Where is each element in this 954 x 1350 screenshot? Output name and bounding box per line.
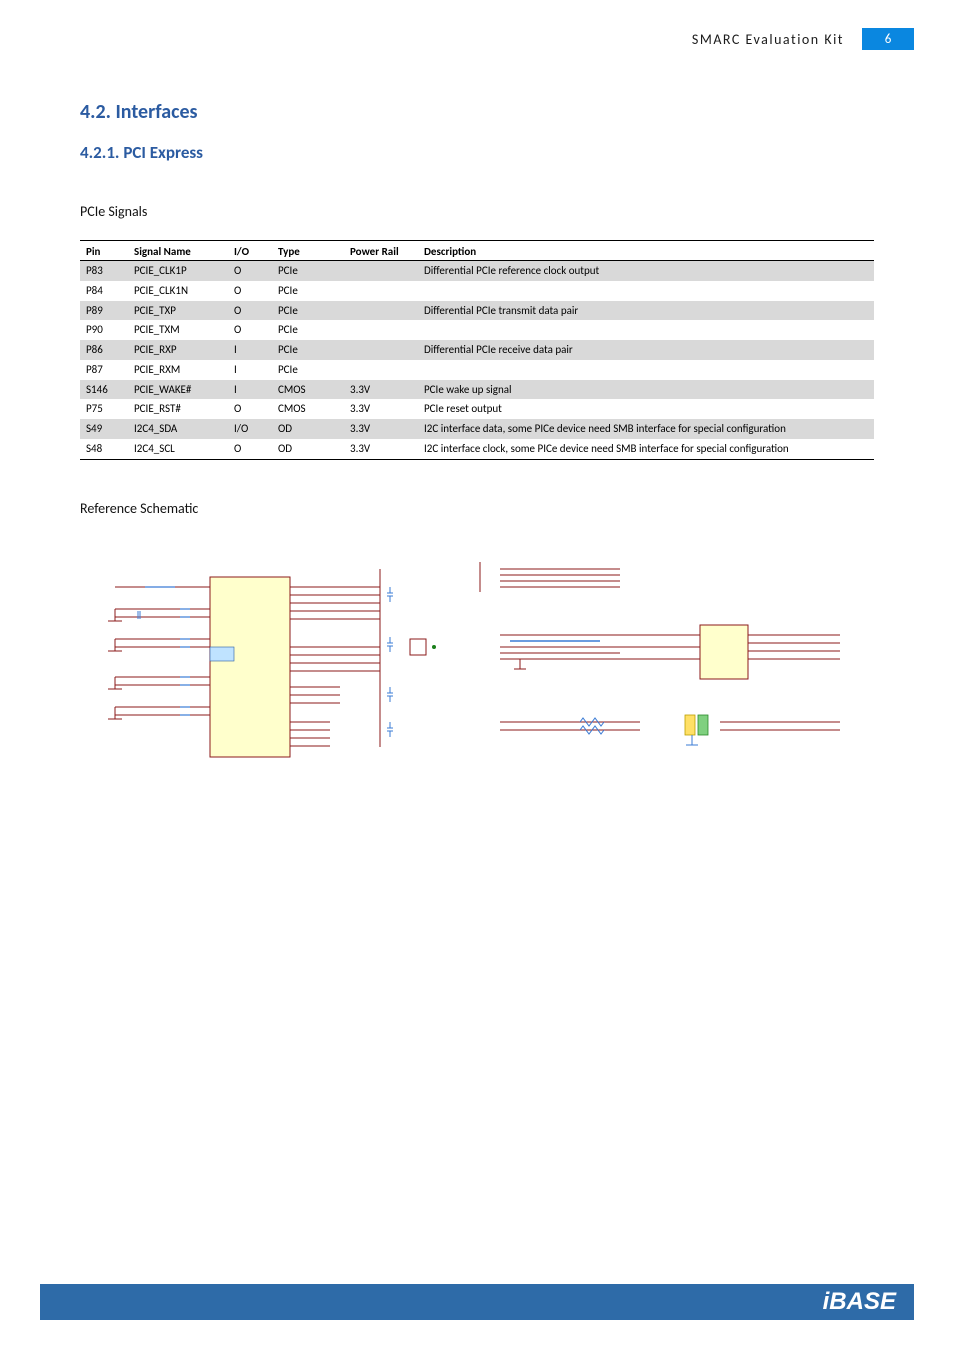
cell-desc: I2C interface data, some PICe device nee…: [418, 419, 874, 439]
table-row: P90PCIE_TXMOPCIe: [80, 320, 874, 340]
reference-schematic-heading: Reference Schematic: [80, 500, 874, 517]
table-row: P87PCIE_RXMIPCIe: [80, 360, 874, 380]
col-rail: Power Rail: [344, 241, 418, 261]
cell-pin: P84: [80, 281, 128, 301]
cell-desc: [418, 360, 874, 380]
cell-rail: [344, 360, 418, 380]
doc-title: SMARC Evaluation Kit: [692, 31, 844, 48]
cell-rail: 3.3V: [344, 380, 418, 400]
table-row: S48I2C4_SCLOOD3.3VI2C interface clock, s…: [80, 439, 874, 459]
cell-io: I/O: [228, 419, 272, 439]
cell-pin: P86: [80, 340, 128, 360]
footer-bar: iBASE: [40, 1284, 914, 1320]
cell-pin: P89: [80, 301, 128, 321]
page-number-badge: 6: [862, 28, 914, 50]
cell-rail: [344, 281, 418, 301]
cell-type: CMOS: [272, 380, 344, 400]
cell-signal: PCIE_WAKE#: [128, 380, 228, 400]
cell-rail: [344, 320, 418, 340]
cell-pin: P75: [80, 399, 128, 419]
cell-rail: 3.3V: [344, 399, 418, 419]
table-header-row: Pin Signal Name I/O Type Power Rail Desc…: [80, 241, 874, 261]
subsection-heading: 4.2.1. PCI Express: [80, 142, 874, 163]
header-bar: SMARC Evaluation Kit 6: [80, 28, 914, 50]
col-pin: Pin: [80, 241, 128, 261]
cell-signal: PCIE_RST#: [128, 399, 228, 419]
table-row: P83PCIE_CLK1POPCIe Differential PCIe refe…: [80, 261, 874, 281]
table-row: S49I2C4_SDAI/OOD3.3VI2C interface data, …: [80, 419, 874, 439]
cell-signal: PCIE_CLK1N: [128, 281, 228, 301]
page-number: 6: [885, 32, 892, 47]
cell-desc: [418, 320, 874, 340]
cell-desc: PCIe reset output: [418, 399, 874, 419]
cell-type: PCIe: [272, 360, 344, 380]
cell-type: OD: [272, 419, 344, 439]
cell-type: PCIe: [272, 301, 344, 321]
table-row: P89PCIE_TXPOPCIe Differential PCIe transm…: [80, 301, 874, 321]
cell-io: I: [228, 360, 272, 380]
cell-pin: P90: [80, 320, 128, 340]
signals-heading: PCIe Signals: [80, 203, 874, 220]
cell-type: PCIe: [272, 320, 344, 340]
col-desc: Description: [418, 241, 874, 261]
table-row: P75PCIE_RST#OCMOS3.3VPCIe reset output: [80, 399, 874, 419]
table-row: P84PCIE_CLK1NOPCIe: [80, 281, 874, 301]
cell-type: CMOS: [272, 399, 344, 419]
cell-io: O: [228, 281, 272, 301]
cell-pin: S49: [80, 419, 128, 439]
cell-desc: Differential PCIe receive data pair: [418, 340, 874, 360]
cell-signal: PCIE_TXP: [128, 301, 228, 321]
cell-pin: S146: [80, 380, 128, 400]
cell-pin: S48: [80, 439, 128, 459]
cell-signal: I2C4_SCL: [128, 439, 228, 459]
cell-signal: PCIE_RXM: [128, 360, 228, 380]
cell-desc: Differential PCIe reference clock output: [418, 261, 874, 281]
cell-io: O: [228, 301, 272, 321]
schematic-svg: [80, 547, 860, 777]
cell-io: I: [228, 380, 272, 400]
cell-rail: 3.3V: [344, 439, 418, 459]
brand-logo: iBASE: [823, 1288, 896, 1316]
cell-rail: [344, 261, 418, 281]
col-io: I/O: [228, 241, 272, 261]
cell-desc: Differential PCIe transmit data pair: [418, 301, 874, 321]
cell-type: PCIe: [272, 281, 344, 301]
cell-io: I: [228, 340, 272, 360]
cell-io: O: [228, 261, 272, 281]
table-row: S146PCIE_WAKE#ICMOS3.3VPCIe wake up sign…: [80, 380, 874, 400]
cell-desc: [418, 281, 874, 301]
cell-pin: P87: [80, 360, 128, 380]
cell-pin: P83: [80, 261, 128, 281]
cell-signal: I2C4_SDA: [128, 419, 228, 439]
col-type: Type: [272, 241, 344, 261]
cell-rail: [344, 340, 418, 360]
cell-type: OD: [272, 439, 344, 459]
cell-type: PCIe: [272, 340, 344, 360]
cell-desc: I2C interface clock, some PICe device ne…: [418, 439, 874, 459]
cell-signal: PCIE_TXM: [128, 320, 228, 340]
cell-io: O: [228, 399, 272, 419]
cell-type: PCIe: [272, 261, 344, 281]
cell-io: O: [228, 320, 272, 340]
cell-io: O: [228, 439, 272, 459]
cell-desc: PCIe wake up signal: [418, 380, 874, 400]
col-signal: Signal Name: [128, 241, 228, 261]
reference-schematic: [80, 547, 860, 777]
page-content: 4.2. Interfaces 4.2.1. PCI Express PCIe …: [80, 100, 874, 777]
cell-signal: PCIE_RXP: [128, 340, 228, 360]
cell-signal: PCIE_CLK1P: [128, 261, 228, 281]
section-heading: 4.2. Interfaces: [80, 100, 874, 124]
cell-rail: [344, 301, 418, 321]
signals-table: Pin Signal Name I/O Type Power Rail Desc…: [80, 240, 874, 460]
table-row: P86PCIE_RXPIPCIe Differential PCIe receiv…: [80, 340, 874, 360]
cell-rail: 3.3V: [344, 419, 418, 439]
